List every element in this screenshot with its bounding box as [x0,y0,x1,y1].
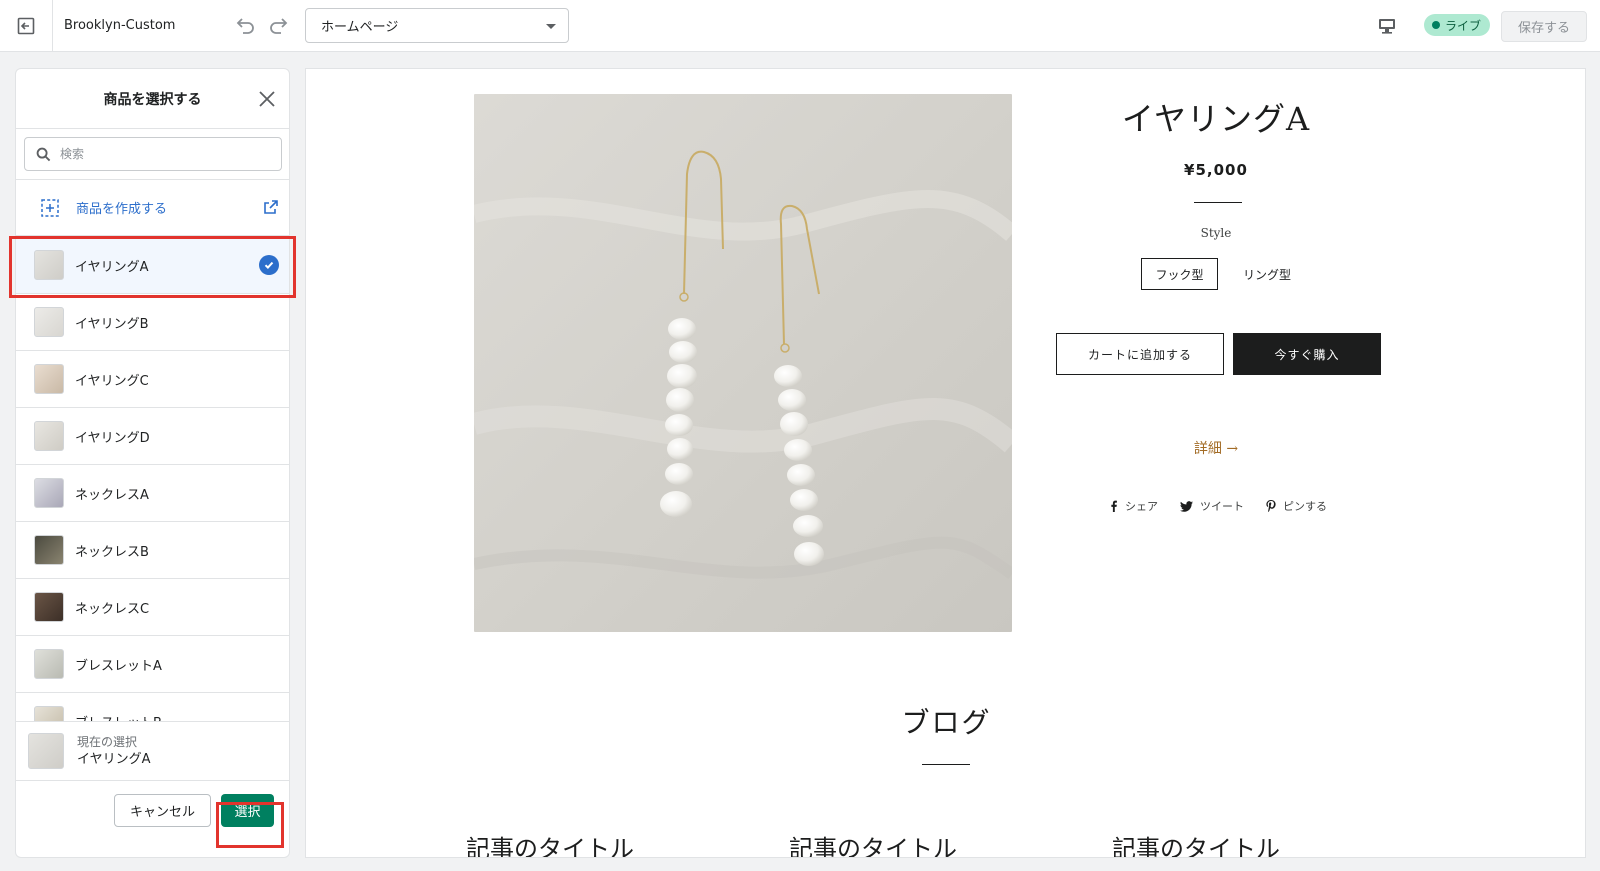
product-name: イヤリングC [75,373,149,389]
product-name: イヤリングB [75,316,149,332]
option-hook[interactable]: フック型 [1141,258,1218,290]
select-button[interactable]: 選択 [221,794,274,827]
product-item-bracelet-b[interactable]: ブレスレットB [16,693,289,721]
share-twitter[interactable]: ツイート [1180,498,1244,514]
share-facebook-label: シェア [1125,500,1158,513]
product-item-necklace-a[interactable]: ネックレスA [16,465,289,522]
top-bar: Brooklyn-Custom ホームページ ライブ 保存する [0,0,1600,52]
page-select[interactable]: ホームページ [305,8,569,43]
blog-article-title[interactable]: 記事のタイトル [466,829,634,857]
product-name: ネックレスB [75,544,149,560]
product-list: イヤリングA イヤリングB イヤリングC イヤリングD ネックレスA ネックレス… [16,237,289,721]
share-pinterest-label: ピンする [1283,500,1327,513]
page-select-value: ホームページ [321,20,399,35]
product-thumbnail [34,592,64,622]
details-link[interactable]: 詳細 → [1046,438,1386,458]
product-thumbnail [34,421,64,451]
redo-button[interactable] [266,12,292,38]
undo-icon [236,18,254,34]
live-label: ライブ [1445,18,1482,33]
panel-title: 商品を選択する [103,92,202,108]
option-ring[interactable]: リング型 [1227,258,1307,290]
facebook-icon [1111,500,1117,512]
blog-article-title[interactable]: 記事のタイトル [789,829,957,857]
style-label: Style [1200,226,1232,240]
product-title: イヤリングA [1121,100,1311,138]
product-thumbnail [34,706,64,721]
search-icon [36,147,51,161]
current-selection-label: 現在の選択 [77,734,138,749]
exit-button[interactable] [0,0,53,52]
checkmark-icon [259,255,279,275]
exit-icon [17,17,35,35]
twitter-icon [1180,500,1193,512]
product-name: ネックレスA [75,487,149,503]
product-item-earring-b[interactable]: イヤリングB [16,294,289,351]
add-product-icon [41,198,59,217]
product-thumbnail [34,649,64,679]
search-field[interactable] [24,137,282,171]
product-price: ¥5,000 [1184,161,1248,179]
add-to-cart-button[interactable]: カートに追加する [1056,333,1224,375]
theme-name: Brooklyn-Custom [64,18,176,33]
product-thumbnail [34,478,64,508]
current-selection-thumbnail [28,733,64,769]
save-button[interactable]: 保存する [1501,11,1587,42]
device-preview-button[interactable] [1375,14,1399,38]
product-item-earring-a[interactable]: イヤリングA [16,237,289,294]
share-facebook[interactable]: シェア [1109,498,1158,514]
product-image[interactable] [474,94,1012,632]
divider [1194,202,1242,203]
close-button[interactable] [255,87,279,111]
pinterest-icon [1266,500,1276,512]
store-preview: イヤリングA ¥5,000 Style フック型 リング型 カートに追加する 今… [305,68,1586,858]
create-product-link[interactable]: 商品を作成する [16,180,289,236]
close-icon [259,91,275,107]
external-link-icon [264,200,278,214]
product-thumbnail [34,250,64,280]
undo-button[interactable] [232,12,258,38]
product-item-necklace-c[interactable]: ネックレスC [16,579,289,636]
product-name: イヤリングD [75,430,150,446]
status-dot-icon [1432,21,1440,29]
current-selection: 現在の選択 イヤリングA [16,721,289,781]
blog-section-title: ブログ [901,706,992,739]
share-pinterest[interactable]: ピンする [1266,498,1327,514]
chevron-down-icon [546,24,556,29]
cancel-button[interactable]: キャンセル [114,794,211,827]
product-name: ブレスレットB [75,712,162,722]
live-status-badge: ライブ [1424,14,1491,36]
product-thumbnail [34,535,64,565]
product-name: ブレスレットA [75,658,162,674]
create-product-label: 商品を作成する [76,202,168,217]
product-item-earring-c[interactable]: イヤリングC [16,351,289,408]
divider [922,764,970,765]
buy-now-button[interactable]: 今すぐ購入 [1233,333,1381,375]
product-item-necklace-b[interactable]: ネックレスB [16,522,289,579]
product-name: イヤリングA [75,259,149,275]
product-item-earring-d[interactable]: イヤリングD [16,408,289,465]
product-item-bracelet-a[interactable]: ブレスレットA [16,636,289,693]
current-selection-value: イヤリングA [77,751,151,767]
desktop-icon [1379,19,1395,34]
product-name: ネックレスC [75,601,150,617]
panel-header: 商品を選択する [16,69,289,129]
product-thumbnail [34,307,64,337]
product-thumbnail [34,364,64,394]
blog-article-title[interactable]: 記事のタイトル [1112,829,1280,857]
share-twitter-label: ツイート [1200,500,1244,513]
search-input[interactable] [60,147,260,161]
product-picker-panel: 商品を選択する 商品を作成する イヤリングA イヤリングB [15,68,290,858]
share-links: シェア ツイート ピンする [1109,498,1327,514]
redo-icon [270,18,288,34]
